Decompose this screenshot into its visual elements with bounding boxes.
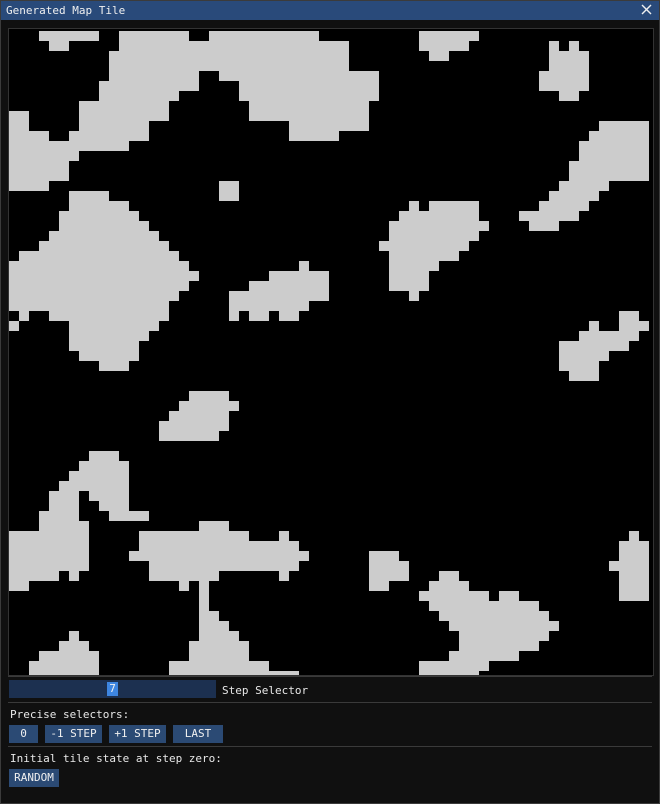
last-step-button[interactable]: LAST	[173, 725, 223, 743]
close-icon[interactable]	[639, 2, 655, 18]
map-tile-canvas	[8, 28, 654, 676]
separator	[8, 676, 652, 677]
step-forward-button[interactable]: +1 STEP	[109, 725, 166, 743]
land-region	[9, 321, 19, 331]
separator	[8, 702, 652, 703]
title-bar[interactable]: Generated Map Tile	[1, 1, 659, 20]
initial-state-label: Initial tile state at step zero:	[10, 752, 222, 765]
window-title: Generated Map Tile	[6, 4, 126, 17]
precise-selectors-label: Precise selectors:	[10, 708, 130, 721]
step-selector-slider[interactable]: 7	[9, 680, 216, 698]
random-button[interactable]: RANDOM	[9, 769, 59, 787]
step-selector-label: Step Selector	[222, 684, 309, 697]
slider-grab-handle[interactable]	[107, 682, 118, 696]
land-region	[219, 181, 239, 201]
step-zero-button[interactable]: 0	[9, 725, 38, 743]
step-back-button[interactable]: -1 STEP	[45, 725, 102, 743]
separator	[8, 746, 652, 747]
map-tile-window: Generated Map Tile 7 Step Selector Preci…	[0, 0, 660, 804]
